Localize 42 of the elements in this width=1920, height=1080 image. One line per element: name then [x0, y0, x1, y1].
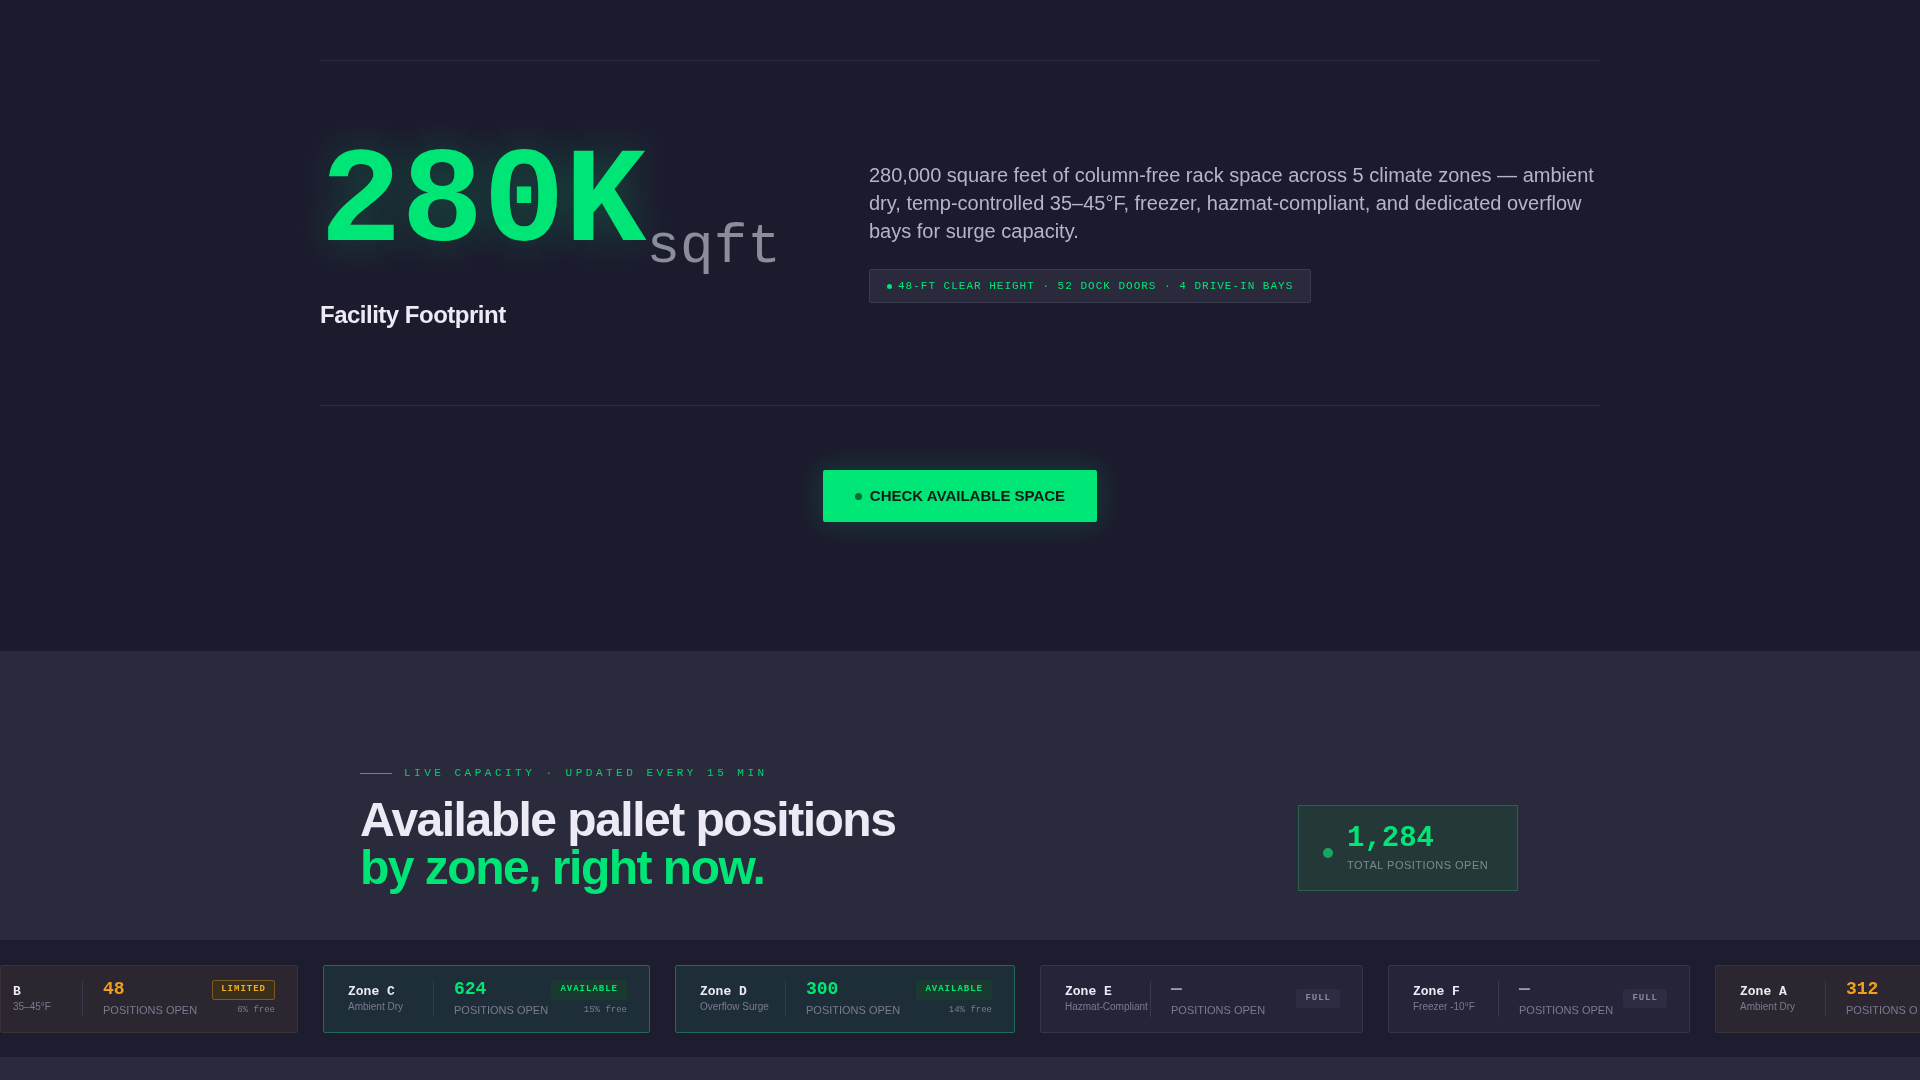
position-count: —	[1519, 978, 1531, 1001]
hero-description: 280,000 square feet of column-free rack space across 5 climate zones — ambient dry, temp-controlled 35–45°F, freezer, hazmat-compliant, and dedicated overflow bays for surge capacity.	[869, 163, 1595, 244]
zone-subtitle: Hazmat-Compliant	[1065, 999, 1149, 1014]
position-count: 48	[103, 978, 126, 1001]
zone-name: Zone C	[348, 983, 396, 1000]
free-percent: 15% free	[583, 1003, 627, 1017]
eyebrow-text: LIVE CAPACITY · UPDATED EVERY 15 MIN	[404, 766, 768, 781]
position-count: —	[1171, 978, 1183, 1001]
zone-name: Zone A	[1740, 983, 1788, 1000]
status-badge: FULL	[1296, 988, 1340, 1009]
zone-subtitle: Freezer -10°F	[1413, 999, 1476, 1014]
total-label: TOTAL POSITIONS OPEN	[1347, 857, 1489, 873]
zone-name: Zone D	[700, 983, 748, 1000]
spec-text: 48-FT CLEAR HEIGHT · 52 DOCK DOORS · 4 DRIVE-IN BAYS	[898, 278, 1294, 294]
zone-subtitle: Overflow Surge	[700, 999, 770, 1014]
free-percent: 14% free	[948, 1003, 992, 1017]
zone-name: Zone E	[1065, 983, 1113, 1000]
count-label: POSITIONS OPEN	[103, 1003, 199, 1019]
status-badge: AVAILABLE	[916, 980, 992, 1000]
count-label: POSITIONS OPEN	[454, 1003, 550, 1019]
count-label: POSITIONS OPEN	[806, 1003, 902, 1019]
zone-name: Zone F	[1413, 983, 1461, 1000]
position-count: 300	[806, 978, 840, 1001]
position-count: 624	[454, 978, 488, 1001]
count-label: POSITIONS OPEN	[1519, 1003, 1615, 1019]
zone-name: B	[13, 983, 22, 1000]
free-percent: 6% free	[237, 1003, 275, 1017]
status-badge: LIMITED	[212, 980, 275, 1000]
status-badge: FULL	[1623, 988, 1667, 1009]
zone-subtitle: 35–45°F	[13, 999, 52, 1014]
count-label: POSITIONS O	[1846, 1003, 1919, 1019]
hero-value: 280K	[320, 139, 647, 269]
hero-unit: sqft	[646, 219, 781, 275]
count-label: POSITIONS OPEN	[1171, 1003, 1267, 1019]
hero-label: Facility Footprint	[320, 300, 507, 330]
position-count: 312	[1846, 978, 1880, 1001]
zone-subtitle: Ambient Dry	[348, 999, 404, 1014]
check-space-button[interactable]: CHECK AVAILABLE SPACE	[822, 470, 1098, 522]
total-value: 1,284	[1347, 822, 1435, 855]
status-badge: AVAILABLE	[551, 980, 627, 1000]
zone-subtitle: Ambient Dry	[1740, 999, 1796, 1014]
heading-line: Available pallet positions	[360, 795, 896, 844]
